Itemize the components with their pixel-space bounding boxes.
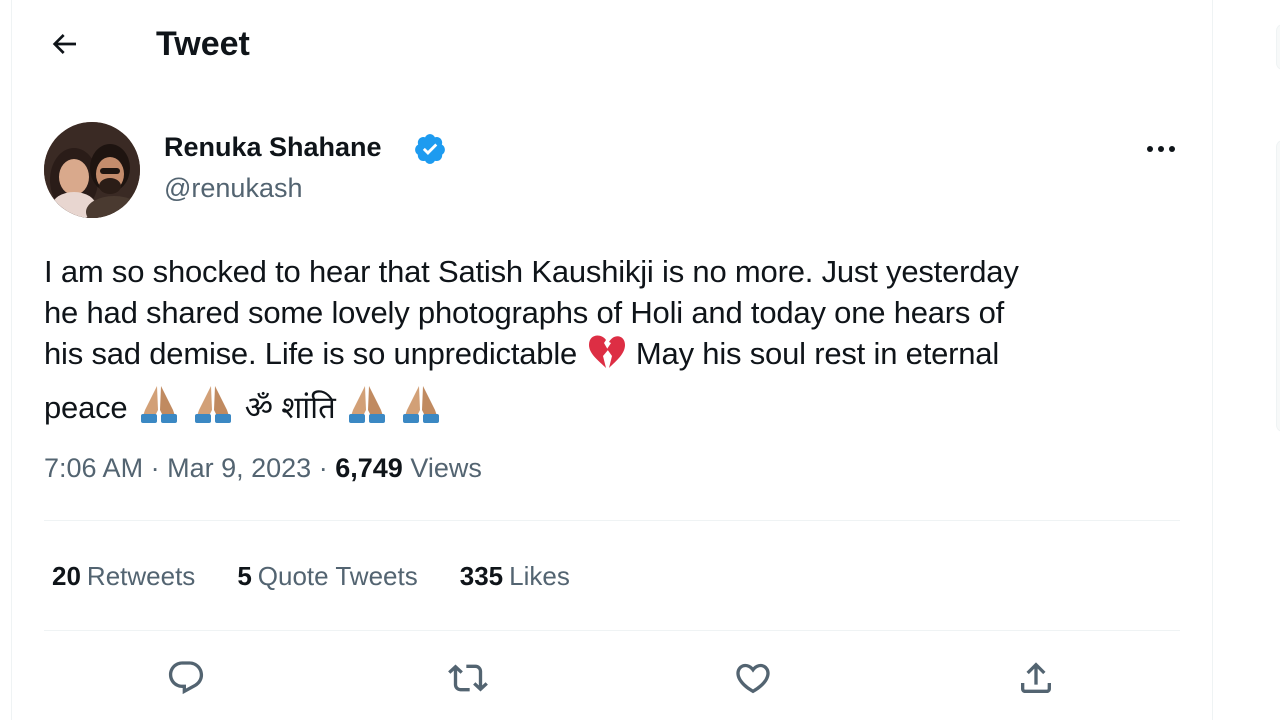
avatar-image xyxy=(44,122,140,218)
meta-separator: · xyxy=(318,453,328,483)
search-box-edge[interactable] xyxy=(1276,24,1280,70)
tweet-date-link[interactable]: Mar 9, 2023 xyxy=(167,453,311,483)
more-dots-icon xyxy=(1147,146,1175,152)
verified-badge-icon xyxy=(413,132,447,166)
retweets-stat-link[interactable]: 20 Retweets xyxy=(52,558,195,594)
engagement-stats: 20 Retweets 5 Quote Tweets 335 Likes xyxy=(52,558,612,594)
folded-hands-emoji xyxy=(399,380,443,434)
quote-tweets-count: 5 xyxy=(237,561,252,591)
reply-button[interactable] xyxy=(160,652,212,704)
avatar[interactable] xyxy=(44,122,140,218)
back-button[interactable] xyxy=(36,22,92,66)
retweet-icon xyxy=(448,664,488,692)
page-title: Tweet xyxy=(156,25,250,63)
broken-heart-emoji xyxy=(587,334,627,380)
tweet-line-3: his sad demise. Life is so unpredictable… xyxy=(44,333,1189,380)
tweet-line-3-end: May his soul rest in eternal xyxy=(635,336,1000,371)
tweet-text: I am so shocked to hear that Satish Kaus… xyxy=(44,251,1189,434)
right-sidebar xyxy=(1213,0,1280,720)
divider xyxy=(44,630,1180,631)
arrow-left-icon xyxy=(52,34,76,54)
share-icon xyxy=(1021,662,1051,693)
tweet-line-3-start: his sad demise. Life is so unpredictable xyxy=(44,336,578,371)
om-shanti-text: ॐ शांति xyxy=(244,390,336,425)
retweet-button[interactable] xyxy=(442,652,494,704)
tweet-line-4: peace ॐ शांति xyxy=(44,380,1189,434)
tweet-time-link[interactable]: 7:06 AM xyxy=(44,453,143,483)
tweet-line-4-start: peace xyxy=(44,390,128,425)
author-handle[interactable]: @renukash xyxy=(164,171,302,205)
like-icon xyxy=(736,663,770,694)
share-button[interactable] xyxy=(1010,652,1062,704)
folded-hands-emoji xyxy=(345,380,389,434)
reply-icon xyxy=(168,661,204,695)
author-name[interactable]: Renuka Shahane xyxy=(164,130,382,164)
more-options-button[interactable] xyxy=(1136,130,1186,168)
likes-stat-link[interactable]: 335 Likes xyxy=(460,558,570,594)
tweet-meta: 7:06 AM · Mar 9, 2023 · 6,749 Views xyxy=(44,450,482,486)
quote-tweets-label: Quote Tweets xyxy=(257,561,418,591)
views-count: 6,749 xyxy=(335,453,403,483)
retweets-count: 20 xyxy=(52,561,81,591)
divider xyxy=(44,520,1180,521)
tweet-line-2: he had shared some lovely photographs of… xyxy=(44,295,1005,330)
sidebar-card-edge xyxy=(1276,140,1280,432)
folded-hands-emoji xyxy=(137,380,181,434)
views-label: Views xyxy=(410,453,482,483)
folded-hands-emoji xyxy=(191,380,235,434)
tweet-line-1: I am so shocked to hear that Satish Kaus… xyxy=(44,254,1019,289)
left-gutter xyxy=(0,0,12,720)
quote-tweets-stat-link[interactable]: 5 Quote Tweets xyxy=(237,558,417,594)
like-button[interactable] xyxy=(727,652,779,704)
likes-count: 335 xyxy=(459,561,504,591)
likes-label: Likes xyxy=(509,561,570,591)
meta-separator: · xyxy=(150,453,160,483)
retweets-label: Retweets xyxy=(86,561,196,591)
